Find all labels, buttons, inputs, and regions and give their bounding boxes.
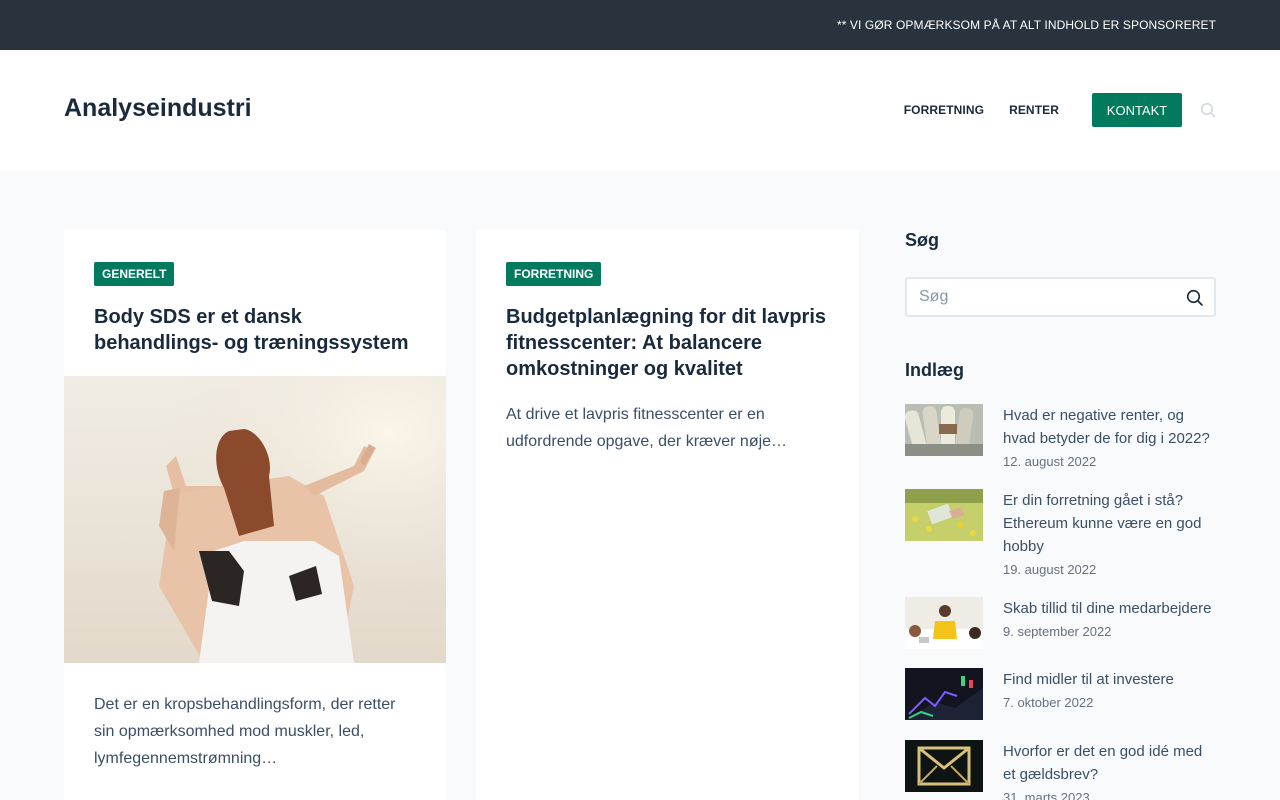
article-image[interactable] bbox=[64, 376, 446, 663]
category-badge[interactable]: FORRETNING bbox=[506, 262, 602, 286]
site-header: Analyseindustri FORRETNING RENTER KONTAK… bbox=[0, 50, 1280, 170]
article-title[interactable]: Budgetplanlægning for dit lavpris fitnes… bbox=[506, 304, 836, 382]
post-thumbnail[interactable] bbox=[905, 597, 983, 649]
nav-item-forretning[interactable]: FORRETNING bbox=[904, 103, 984, 117]
nav-item-renter[interactable]: RENTER bbox=[1009, 103, 1059, 117]
post-title[interactable]: Er din forretning gået i stå? Ethereum k… bbox=[1003, 489, 1216, 558]
top-notice-bar: ** VI GØR OPMÆRKSOM PÅ AT ALT INDHOLD ER… bbox=[0, 0, 1280, 50]
search-icon[interactable] bbox=[1200, 102, 1216, 118]
search-icon[interactable] bbox=[1186, 289, 1204, 307]
article-card: FORRETNING Budgetplanlægning for dit lav… bbox=[476, 230, 859, 800]
post-date: 12. august 2022 bbox=[1003, 454, 1097, 469]
article-card: GENERELT Body SDS er et dansk behandling… bbox=[64, 230, 446, 800]
main-nav: FORRETNING RENTER KONTAKT bbox=[904, 50, 1216, 170]
post-title[interactable]: Find midler til at investere bbox=[1003, 668, 1216, 691]
post-title[interactable]: Hvad er negative renter, og hvad betyder… bbox=[1003, 404, 1216, 450]
contact-button[interactable]: KONTAKT bbox=[1092, 93, 1182, 127]
search-input[interactable] bbox=[919, 287, 1169, 307]
article-excerpt: Det er en kropsbehandlingsform, der rett… bbox=[94, 696, 396, 767]
post-date: 7. oktober 2022 bbox=[1003, 695, 1094, 710]
post-title[interactable]: Hvorfor er det en god idé med et gældsbr… bbox=[1003, 740, 1216, 786]
sidebar: Søg Indlæg Hvad er negative renter, og h… bbox=[905, 230, 1216, 800]
post-thumbnail[interactable] bbox=[905, 740, 983, 792]
post-thumbnail[interactable] bbox=[905, 489, 983, 541]
site-title[interactable]: Analyseindustri bbox=[64, 94, 252, 123]
post-item[interactable]: Hvad er negative renter, og hvad betyder… bbox=[905, 404, 1216, 469]
post-date: 9. september 2022 bbox=[1003, 624, 1112, 639]
post-thumbnail[interactable] bbox=[905, 404, 983, 456]
search-widget-title: Søg bbox=[905, 230, 939, 250]
sponsored-notice: ** VI GØR OPMÆRKSOM PÅ AT ALT INDHOLD ER… bbox=[836, 18, 1216, 32]
posts-widget-title: Indlæg bbox=[905, 360, 964, 380]
post-thumbnail[interactable] bbox=[905, 668, 983, 720]
post-item[interactable]: Skab tillid til dine medarbejdere 9. sep… bbox=[905, 597, 1216, 649]
post-title[interactable]: Skab tillid til dine medarbejdere bbox=[1003, 597, 1216, 620]
post-item[interactable]: Hvorfor er det en god idé med et gældsbr… bbox=[905, 740, 1216, 800]
article-excerpt: At drive et lavpris fitnesscenter er en … bbox=[506, 406, 788, 450]
post-item[interactable]: Find midler til at investere 7. oktober … bbox=[905, 668, 1216, 720]
category-badge[interactable]: GENERELT bbox=[94, 262, 175, 286]
post-item[interactable]: Er din forretning gået i stå? Ethereum k… bbox=[905, 489, 1216, 577]
article-title[interactable]: Body SDS er et dansk behandlings- og træ… bbox=[94, 304, 424, 356]
sidebar-search-box bbox=[905, 277, 1216, 317]
post-date: 19. august 2022 bbox=[1003, 562, 1097, 577]
post-date: 31. marts 2023 bbox=[1003, 790, 1090, 800]
